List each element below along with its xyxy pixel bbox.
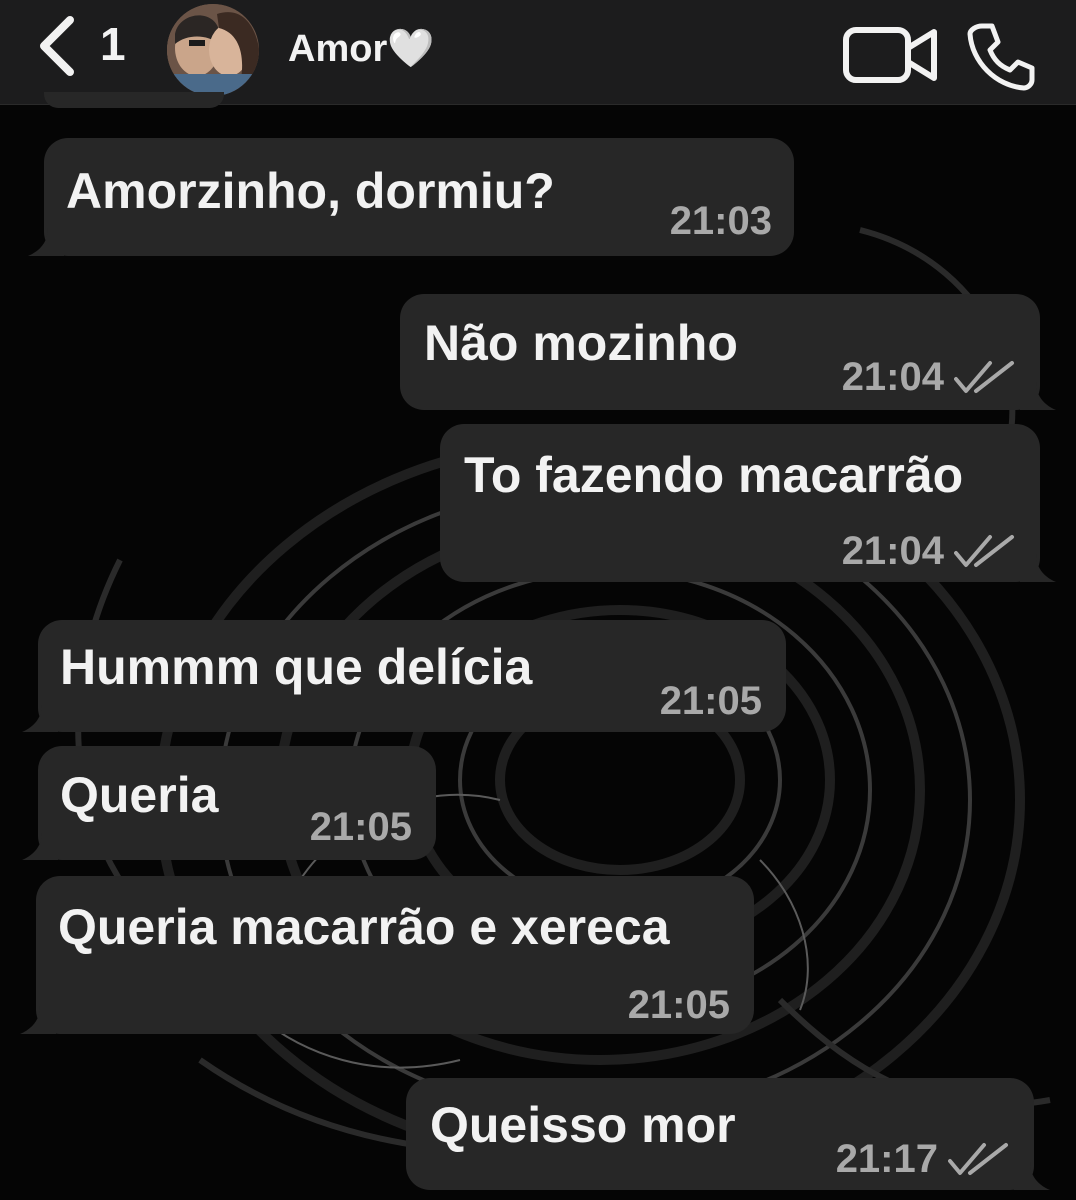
message-text: Não mozinho	[424, 315, 738, 371]
message-text: Hummm que delícia	[60, 639, 533, 695]
video-call-icon[interactable]	[842, 24, 940, 86]
double-check-read-icon	[954, 535, 1014, 567]
message-meta: 21:17	[836, 1136, 1010, 1182]
avatar[interactable]	[167, 4, 259, 96]
phone-call-icon[interactable]	[966, 20, 1038, 92]
message-meta: 21:04	[842, 354, 1016, 400]
incoming-message-bubble[interactable]: Amorzinho, dormiu? 21:03	[28, 138, 794, 256]
message-meta: 21:03	[670, 198, 772, 244]
double-check-read-icon	[954, 361, 1014, 393]
message-text: Queisso mor	[430, 1097, 736, 1153]
message-time: 21:05	[627, 983, 730, 1027]
incoming-message-bubble[interactable]: Queria macarrão e xereca 21:05	[20, 876, 754, 1034]
message-text: Queria macarrão e xereca	[58, 899, 670, 955]
bubble-tail	[22, 704, 58, 732]
message-time: 21:03	[669, 199, 772, 243]
double-check-read-icon	[948, 1143, 1008, 1175]
bubble-tail	[1014, 1162, 1050, 1190]
outgoing-message-bubble[interactable]: Não mozinho 21:04	[400, 294, 1056, 410]
unread-count[interactable]: 1	[100, 18, 126, 70]
incoming-message-bubble[interactable]: Hummm que delícia 21:05	[22, 620, 786, 732]
bubble-tail	[22, 832, 58, 860]
bubble-tail	[1020, 382, 1056, 410]
outgoing-message-bubble[interactable]: Queisso mor 21:17	[406, 1078, 1050, 1190]
message-meta: 21:04	[842, 528, 1016, 574]
bubble-tail	[20, 1006, 56, 1034]
message-time: 21:05	[309, 805, 412, 849]
bubble-tail	[28, 228, 64, 256]
message-time: 21:05	[659, 679, 762, 723]
message-time: 21:17	[835, 1137, 938, 1181]
bubble-tail	[1020, 554, 1056, 582]
message-time: 21:04	[841, 355, 944, 399]
message-meta: 21:05	[628, 982, 730, 1028]
message-time: 21:04	[841, 529, 944, 573]
contact-name[interactable]: Amor🤍	[288, 26, 435, 72]
message-text: Amorzinho, dormiu?	[66, 163, 555, 219]
back-chevron-icon[interactable]	[36, 14, 76, 78]
incoming-message-bubble[interactable]: Queria 21:05	[22, 746, 436, 860]
message-text: Queria	[60, 767, 219, 823]
outgoing-message-bubble[interactable]: To fazendo macarrão 21:04	[440, 424, 1056, 582]
chat-header: 1 Amor🤍	[0, 0, 1076, 105]
message-meta: 21:05	[660, 678, 762, 724]
message-text: To fazendo macarrão	[464, 447, 964, 503]
message-meta: 21:05	[310, 804, 412, 850]
previous-message-bubble-sliver	[44, 92, 224, 108]
